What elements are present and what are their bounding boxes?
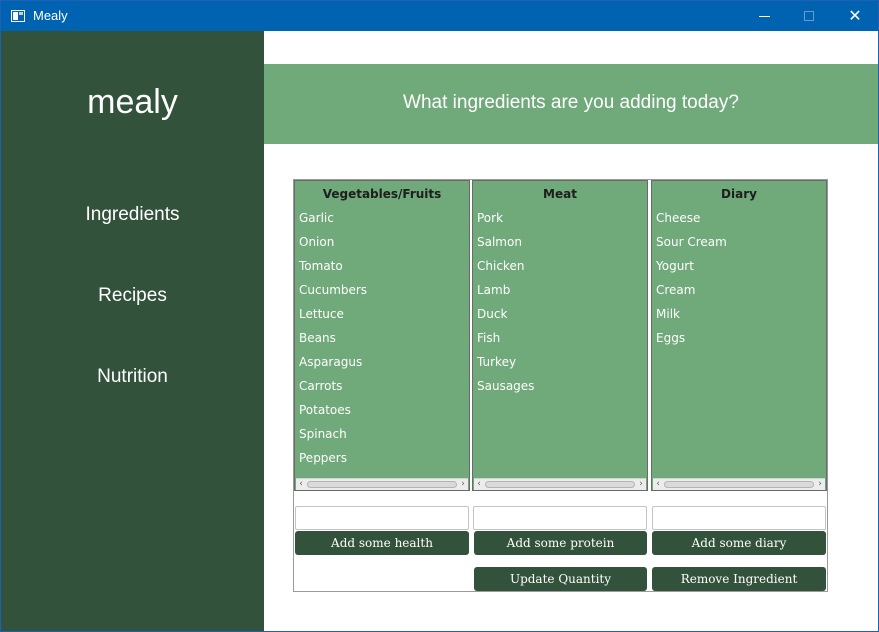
chevron-right-icon[interactable]: › [815, 479, 825, 490]
sidebar: mealy Ingredients Recipes Nutrition [1, 31, 264, 631]
diary-input[interactable] [652, 506, 826, 530]
add-diary-button[interactable]: Add some diary [652, 531, 826, 555]
sidebar-item-nutrition[interactable]: Nutrition [1, 366, 264, 388]
list-item[interactable]: Garlic [299, 211, 367, 235]
meat-list[interactable]: Meat Pork Salmon Chicken Lamb Duck Fish … [472, 180, 648, 491]
maximize-icon [804, 11, 814, 21]
chevron-left-icon[interactable]: ‹ [296, 479, 306, 490]
list-item[interactable]: Asparagus [299, 355, 367, 379]
close-button[interactable]: ✕ [832, 1, 878, 31]
ingredient-list: Garlic Onion Tomato Cucumbers Lettuce Be… [299, 211, 367, 475]
list-item[interactable]: Eggs [656, 331, 727, 355]
page-title: What ingredients are you adding today? [403, 92, 739, 113]
column-header: Diary [721, 187, 757, 201]
list-item[interactable]: Lettuce [299, 307, 367, 331]
column-header: Meat [543, 187, 577, 201]
meat-input[interactable] [473, 506, 647, 530]
list-item[interactable]: Tomato [299, 259, 367, 283]
scrollbar-thumb[interactable] [664, 481, 814, 488]
brand-title: mealy [87, 83, 178, 121]
vegetables-fruits-list[interactable]: Vegetables/Fruits Garlic Onion Tomato Cu… [294, 180, 470, 491]
vegetables-input[interactable] [295, 506, 469, 530]
chevron-left-icon[interactable]: ‹ [474, 479, 484, 490]
header-banner: What ingredients are you adding today? [264, 64, 878, 144]
sidebar-item-recipes[interactable]: Recipes [1, 285, 264, 307]
list-item[interactable]: Beans [299, 331, 367, 355]
sidebar-item-ingredients[interactable]: Ingredients [1, 204, 264, 226]
maximize-button[interactable] [786, 1, 832, 31]
update-quantity-button[interactable]: Update Quantity [474, 567, 647, 591]
list-item[interactable]: Sour Cream [656, 235, 727, 259]
list-item[interactable]: Cheese [656, 211, 727, 235]
list-item[interactable]: Milk [656, 307, 727, 331]
list-item[interactable]: Turkey [477, 355, 534, 379]
list-item[interactable]: Duck [477, 307, 534, 331]
ingredients-panel: Vegetables/Fruits Garlic Onion Tomato Cu… [293, 179, 828, 592]
horizontal-scrollbar[interactable]: ‹ › [474, 478, 646, 490]
add-protein-button[interactable]: Add some protein [474, 531, 647, 555]
list-item[interactable]: Pork [477, 211, 534, 235]
list-item[interactable]: Sausages [477, 379, 534, 403]
remove-ingredient-button[interactable]: Remove Ingredient [652, 567, 826, 591]
app-window: Mealy ✕ mealy Ingredients Recipes Nutrit… [0, 0, 879, 632]
scrollbar-thumb[interactable] [485, 481, 635, 488]
app-window-icon [11, 10, 25, 22]
scrollbar-thumb[interactable] [307, 481, 457, 488]
list-item[interactable]: Fish [477, 331, 534, 355]
close-icon: ✕ [848, 6, 862, 25]
add-health-button[interactable]: Add some health [295, 531, 469, 555]
title-bar[interactable]: Mealy ✕ [1, 1, 878, 31]
chevron-right-icon[interactable]: › [458, 479, 468, 490]
horizontal-scrollbar[interactable]: ‹ › [296, 478, 468, 490]
ingredient-list: Pork Salmon Chicken Lamb Duck Fish Turke… [477, 211, 534, 403]
list-item[interactable]: Carrots [299, 379, 367, 403]
list-item[interactable]: Lamb [477, 283, 534, 307]
list-item[interactable]: Potatoes [299, 403, 367, 427]
chevron-left-icon[interactable]: ‹ [653, 479, 663, 490]
ingredient-list: Cheese Sour Cream Yogurt Cream Milk Eggs [656, 211, 727, 355]
horizontal-scrollbar[interactable]: ‹ › [653, 478, 825, 490]
list-item[interactable]: Yogurt [656, 259, 727, 283]
list-item[interactable]: Peppers [299, 451, 367, 475]
list-item[interactable]: Cucumbers [299, 283, 367, 307]
window-title: Mealy [33, 8, 68, 23]
minimize-button[interactable] [741, 1, 787, 31]
diary-list[interactable]: Diary Cheese Sour Cream Yogurt Cream Mil… [651, 180, 827, 491]
chevron-right-icon[interactable]: › [636, 479, 646, 490]
list-item[interactable]: Chicken [477, 259, 534, 283]
list-item[interactable]: Spinach [299, 427, 367, 451]
column-header: Vegetables/Fruits [322, 187, 442, 201]
list-item[interactable]: Onion [299, 235, 367, 259]
list-item[interactable]: Salmon [477, 235, 534, 259]
list-item[interactable]: Cream [656, 283, 727, 307]
minimize-icon [758, 15, 770, 17]
